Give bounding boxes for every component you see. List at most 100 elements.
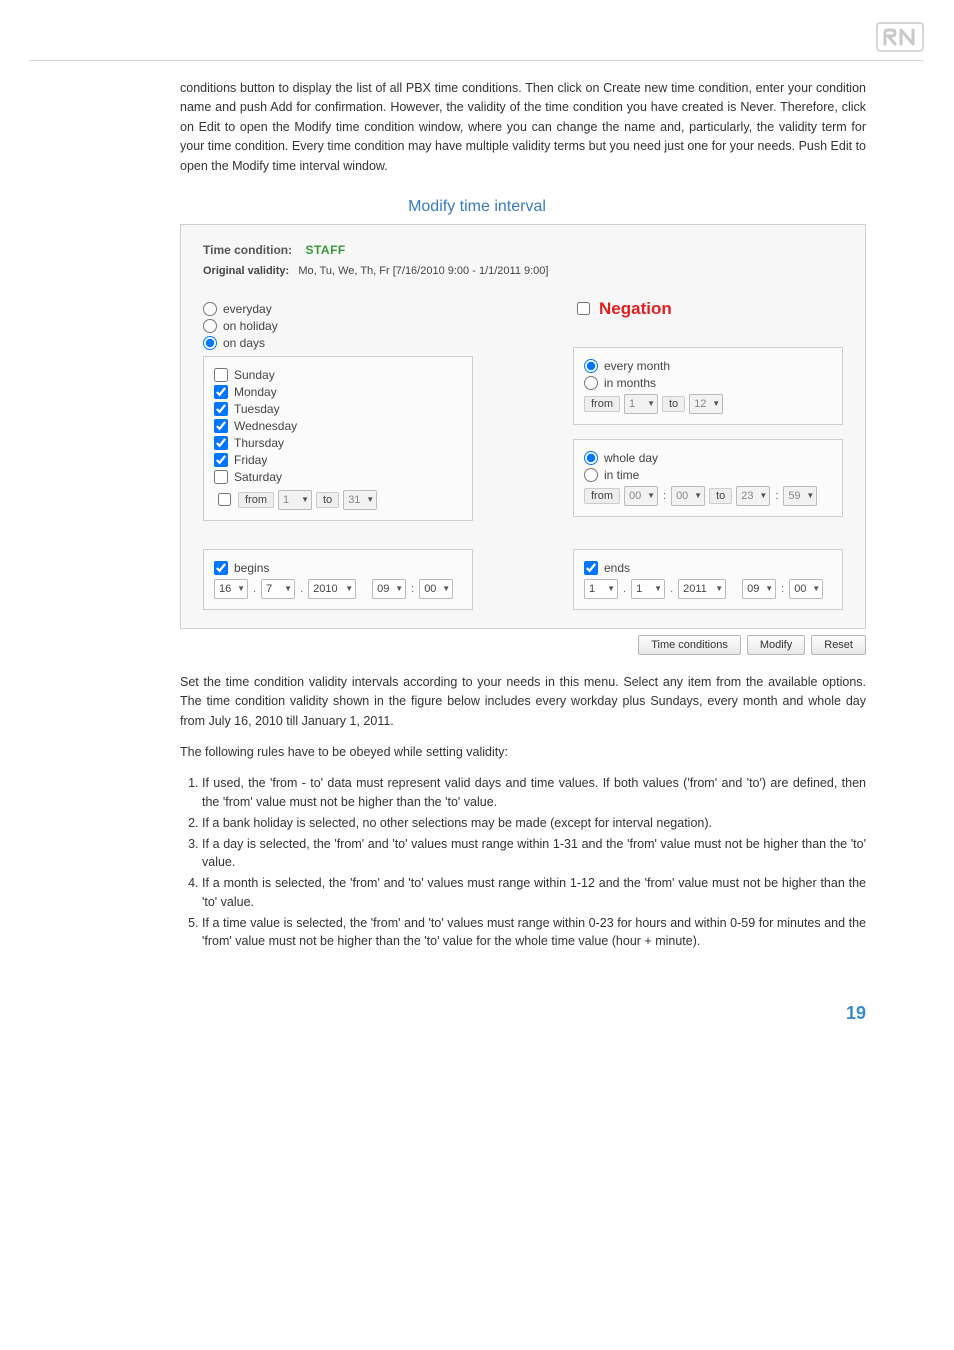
months-to-select[interactable]: 12▼: [689, 394, 723, 414]
rule-item: If used, the 'from - to' data must repre…: [202, 774, 866, 812]
chevron-down-icon: ▼: [806, 491, 814, 500]
months-from-select[interactable]: 1▼: [624, 394, 658, 414]
time-from-min-select[interactable]: 00▼: [671, 486, 705, 506]
rule-item: If a time value is selected, the 'from' …: [202, 914, 866, 952]
ends-box: ends 1▼ . 1▼ . 2011▼ 09▼ : 00▼: [573, 549, 843, 610]
months-from-label: from: [584, 396, 620, 412]
dot-separator: .: [670, 583, 673, 595]
time-from-hour-select[interactable]: 00▼: [624, 486, 658, 506]
time-to-min-select[interactable]: 59▼: [783, 486, 817, 506]
begins-hour-select[interactable]: 09▼: [372, 579, 406, 599]
ends-min-select[interactable]: 00▼: [789, 579, 823, 599]
every-month-label: every month: [604, 359, 670, 373]
monday-label: Monday: [234, 385, 277, 399]
everyday-label: everyday: [223, 302, 272, 316]
in-months-label: in months: [604, 376, 656, 390]
rules-list: If used, the 'from - to' data must repre…: [180, 774, 866, 951]
chevron-down-icon: ▼: [395, 584, 403, 593]
time-conditions-button[interactable]: Time conditions: [638, 635, 741, 655]
begins-min-select[interactable]: 00▼: [419, 579, 453, 599]
rule-item: If a month is selected, the 'from' and '…: [202, 874, 866, 912]
ends-year-select[interactable]: 2011▼: [678, 579, 726, 599]
tuesday-checkbox[interactable]: [214, 402, 228, 416]
chevron-down-icon: ▼: [366, 495, 374, 504]
whole-day-label: whole day: [604, 451, 658, 465]
reset-button[interactable]: Reset: [811, 635, 866, 655]
time-condition-header: Time condition: STAFF: [203, 243, 843, 257]
chevron-down-icon: ▼: [759, 491, 767, 500]
chevron-down-icon: ▼: [765, 584, 773, 593]
begins-box: begins 16▼ . 7▼ . 2010▼ 09▼ : 00▼: [203, 549, 473, 610]
friday-checkbox[interactable]: [214, 453, 228, 467]
chevron-down-icon: ▼: [442, 584, 450, 593]
ends-checkbox[interactable]: [584, 561, 598, 575]
months-box: every month in months from 1▼ to 12▼: [573, 347, 843, 425]
ends-label: ends: [604, 561, 630, 575]
intro-paragraph: conditions button to display the list of…: [0, 79, 954, 176]
time-to-hour-select[interactable]: 23▼: [736, 486, 770, 506]
whole-day-radio[interactable]: [584, 451, 598, 465]
in-months-radio[interactable]: [584, 376, 598, 390]
begins-year-select[interactable]: 2010▼: [308, 579, 356, 599]
negation-checkbox[interactable]: [577, 302, 590, 315]
days-from-select[interactable]: 1▼: [278, 490, 312, 510]
dot-separator: .: [253, 583, 256, 595]
time-from-label: from: [584, 488, 620, 504]
modal-title: Modify time interval: [0, 198, 954, 216]
modify-button[interactable]: Modify: [747, 635, 805, 655]
time-condition-name: STAFF: [305, 243, 345, 257]
ends-month-select[interactable]: 1▼: [631, 579, 665, 599]
wednesday-checkbox[interactable]: [214, 419, 228, 433]
sunday-checkbox[interactable]: [214, 368, 228, 382]
ends-hour-select[interactable]: 09▼: [742, 579, 776, 599]
ends-day-select[interactable]: 1▼: [584, 579, 618, 599]
rule-item: If a bank holiday is selected, no other …: [202, 814, 866, 833]
intro-text: conditions button to display the list of…: [180, 79, 866, 176]
modify-time-interval-dialog: Time condition: STAFF Original validity:…: [180, 224, 866, 629]
days-to-label: to: [316, 492, 339, 508]
rule-item: If a day is selected, the 'from' and 'to…: [202, 835, 866, 873]
begins-month-select[interactable]: 7▼: [261, 579, 295, 599]
months-to-label: to: [662, 396, 685, 412]
on-holiday-label: on holiday: [223, 319, 278, 333]
chevron-down-icon: ▼: [607, 584, 615, 593]
chevron-down-icon: ▼: [694, 491, 702, 500]
header-bar: [0, 20, 954, 60]
sunday-label: Sunday: [234, 368, 275, 382]
thursday-checkbox[interactable]: [214, 436, 228, 450]
page-number: 19: [0, 953, 954, 1024]
thursday-label: Thursday: [234, 436, 284, 450]
in-time-label: in time: [604, 468, 639, 482]
chevron-down-icon: ▼: [284, 584, 292, 593]
on-days-radio[interactable]: [203, 336, 217, 350]
time-to-label: to: [709, 488, 732, 504]
chevron-down-icon: ▼: [647, 399, 655, 408]
chevron-down-icon: ▼: [647, 491, 655, 500]
tuesday-label: Tuesday: [234, 402, 280, 416]
in-time-radio[interactable]: [584, 468, 598, 482]
everyday-radio[interactable]: [203, 302, 217, 316]
begins-label: begins: [234, 561, 269, 575]
every-month-radio[interactable]: [584, 359, 598, 373]
original-validity-value: Mo, Tu, We, Th, Fr [7/16/2010 9:00 - 1/1…: [298, 265, 548, 277]
days-box: Sunday Monday Tuesday Wednesday Thursday…: [203, 356, 473, 521]
saturday-label: Saturday: [234, 470, 282, 484]
dot-separator: .: [300, 583, 303, 595]
brand-logo-icon: [876, 20, 924, 54]
chevron-down-icon: ▼: [712, 399, 720, 408]
begins-checkbox[interactable]: [214, 561, 228, 575]
on-holiday-radio[interactable]: [203, 319, 217, 333]
friday-label: Friday: [234, 453, 267, 467]
colon-separator: :: [663, 490, 666, 502]
monday-checkbox[interactable]: [214, 385, 228, 399]
days-to-select[interactable]: 31▼: [343, 490, 377, 510]
on-days-label: on days: [223, 336, 265, 350]
days-range-checkbox[interactable]: [218, 493, 231, 506]
saturday-checkbox[interactable]: [214, 470, 228, 484]
dot-separator: .: [623, 583, 626, 595]
wednesday-label: Wednesday: [234, 419, 297, 433]
original-validity-label: Original validity:: [203, 265, 289, 277]
rules-intro: The following rules have to be obeyed wh…: [180, 743, 866, 762]
begins-day-select[interactable]: 16▼: [214, 579, 248, 599]
chevron-down-icon: ▼: [345, 584, 353, 593]
